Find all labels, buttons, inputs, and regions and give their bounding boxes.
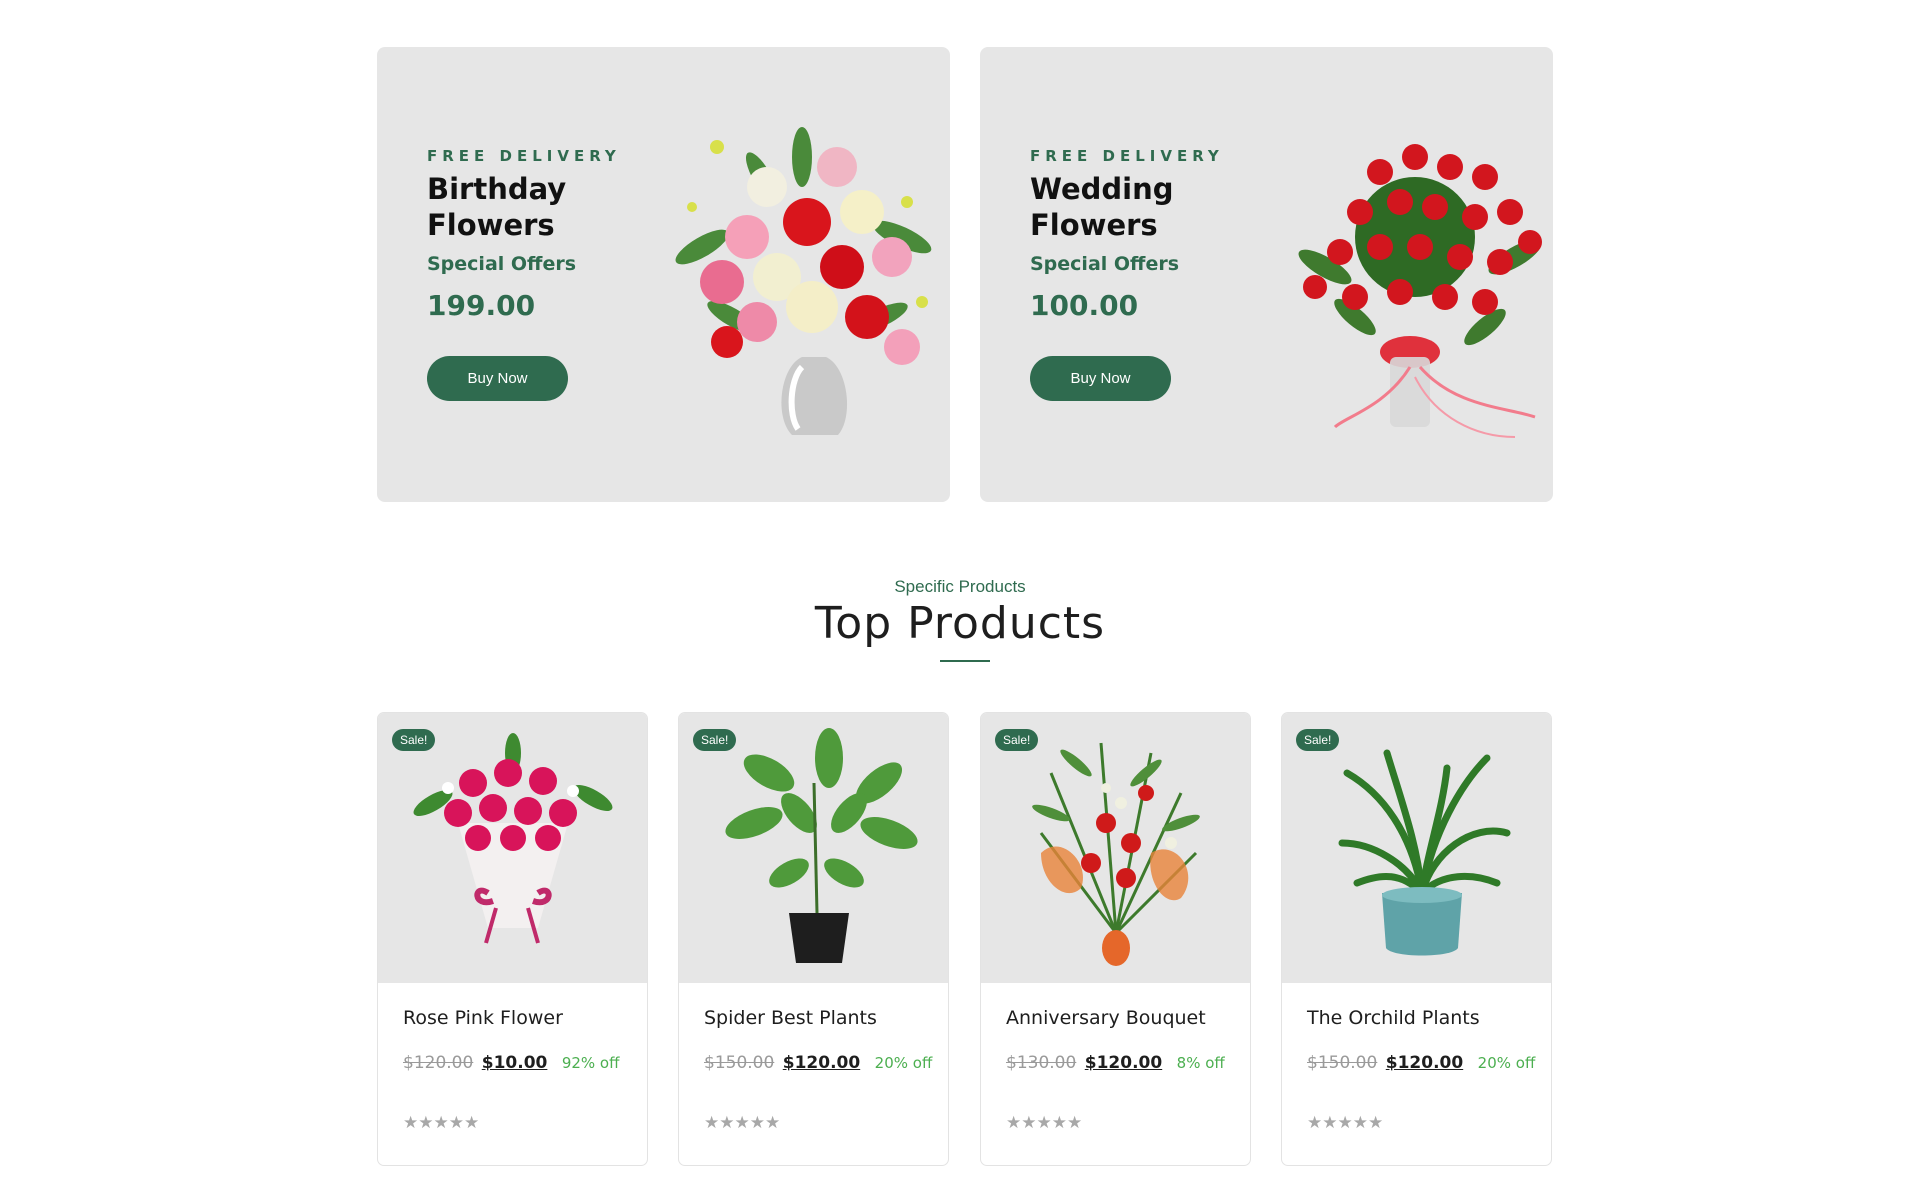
sale-badge: Sale! bbox=[693, 729, 737, 751]
banner-text: FREE DELIVERY Wedding Flowers Special Of… bbox=[1030, 147, 1250, 322]
pink-rose-bouquet-image bbox=[413, 733, 613, 944]
star-rating: ★★★★★ bbox=[1006, 1113, 1083, 1133]
sale-price: $10.00 bbox=[481, 1053, 548, 1073]
blue-pot-plant-image bbox=[1338, 749, 1511, 956]
banner-offer: Special Offers bbox=[427, 253, 577, 275]
product-name[interactable]: Spider Best Plants bbox=[704, 1007, 877, 1029]
section-subtitle: Specific Products bbox=[894, 577, 1026, 596]
product-prices: $120.00 $10.00 92% off bbox=[403, 1047, 633, 1080]
banner-title: Wedding Flowers bbox=[1030, 172, 1174, 242]
old-price: $150.00 bbox=[1307, 1053, 1378, 1073]
title-underline bbox=[940, 660, 990, 662]
product-image[interactable]: Sale! bbox=[679, 713, 948, 983]
product-prices: $150.00 $120.00 20% off bbox=[1307, 1047, 1537, 1080]
star-rating: ★★★★★ bbox=[403, 1113, 480, 1133]
star-rating: ★★★★★ bbox=[704, 1113, 781, 1133]
product-card[interactable]: Sale! Rose Pink Flower $120.00 $10.00 92… bbox=[377, 712, 648, 1166]
banner-price: 100.00 bbox=[1030, 289, 1139, 322]
product-image[interactable]: Sale! bbox=[1282, 713, 1551, 983]
discount-percent: 20% off bbox=[1477, 1054, 1536, 1072]
sale-price: $120.00 bbox=[1084, 1053, 1163, 1073]
product-card[interactable]: Sale! Anniversary Bouquet $130.00 $120.0… bbox=[980, 712, 1251, 1166]
sale-badge: Sale! bbox=[392, 729, 436, 751]
promo-banner-wedding: FREE DELIVERY Wedding Flowers Special Of… bbox=[980, 47, 1553, 502]
product-card[interactable]: Sale! Spider Best Plants $150.00 $120.00… bbox=[678, 712, 949, 1166]
banner-title: Birthday Flowers bbox=[427, 172, 567, 242]
product-card[interactable]: Sale! The Orchild Plants $150.00 $120.00… bbox=[1281, 712, 1552, 1166]
banner-offer: Special Offers bbox=[1030, 253, 1180, 275]
product-prices: $130.00 $120.00 8% off bbox=[1006, 1047, 1236, 1080]
star-rating: ★★★★★ bbox=[1307, 1113, 1384, 1133]
buy-now-button[interactable]: Buy Now bbox=[427, 356, 568, 401]
sale-badge: Sale! bbox=[1296, 729, 1340, 751]
sale-price: $120.00 bbox=[1385, 1053, 1464, 1073]
old-price: $120.00 bbox=[403, 1053, 474, 1073]
banner-text: FREE DELIVERY Birthday Flowers Special O… bbox=[427, 147, 647, 322]
red-roses-vase-image bbox=[1298, 144, 1542, 438]
sale-badge: Sale! bbox=[995, 729, 1039, 751]
product-image[interactable]: Sale! bbox=[981, 713, 1250, 983]
old-price: $130.00 bbox=[1006, 1053, 1077, 1073]
section-title: Top Products bbox=[814, 598, 1106, 649]
buy-now-button[interactable]: Buy Now bbox=[1030, 356, 1171, 401]
sale-price: $120.00 bbox=[782, 1053, 861, 1073]
old-price: $150.00 bbox=[704, 1053, 775, 1073]
product-name[interactable]: Rose Pink Flower bbox=[403, 1007, 563, 1029]
product-name[interactable]: Anniversary Bouquet bbox=[1006, 1007, 1206, 1029]
flower-vase-image bbox=[675, 127, 932, 435]
banner-tag: FREE DELIVERY bbox=[427, 147, 621, 165]
banner-tag: FREE DELIVERY bbox=[1030, 147, 1224, 165]
promo-banner-birthday: FREE DELIVERY Birthday Flowers Special O… bbox=[377, 47, 950, 502]
potted-plant-image bbox=[725, 728, 918, 963]
discount-percent: 92% off bbox=[561, 1054, 620, 1072]
banner-price: 199.00 bbox=[427, 289, 536, 322]
discount-percent: 20% off bbox=[874, 1054, 933, 1072]
anniversary-bouquet-image bbox=[1032, 742, 1200, 966]
product-name[interactable]: The Orchild Plants bbox=[1307, 1007, 1480, 1029]
product-prices: $150.00 $120.00 20% off bbox=[704, 1047, 934, 1080]
discount-percent: 8% off bbox=[1176, 1054, 1225, 1072]
product-image[interactable]: Sale! bbox=[378, 713, 647, 983]
